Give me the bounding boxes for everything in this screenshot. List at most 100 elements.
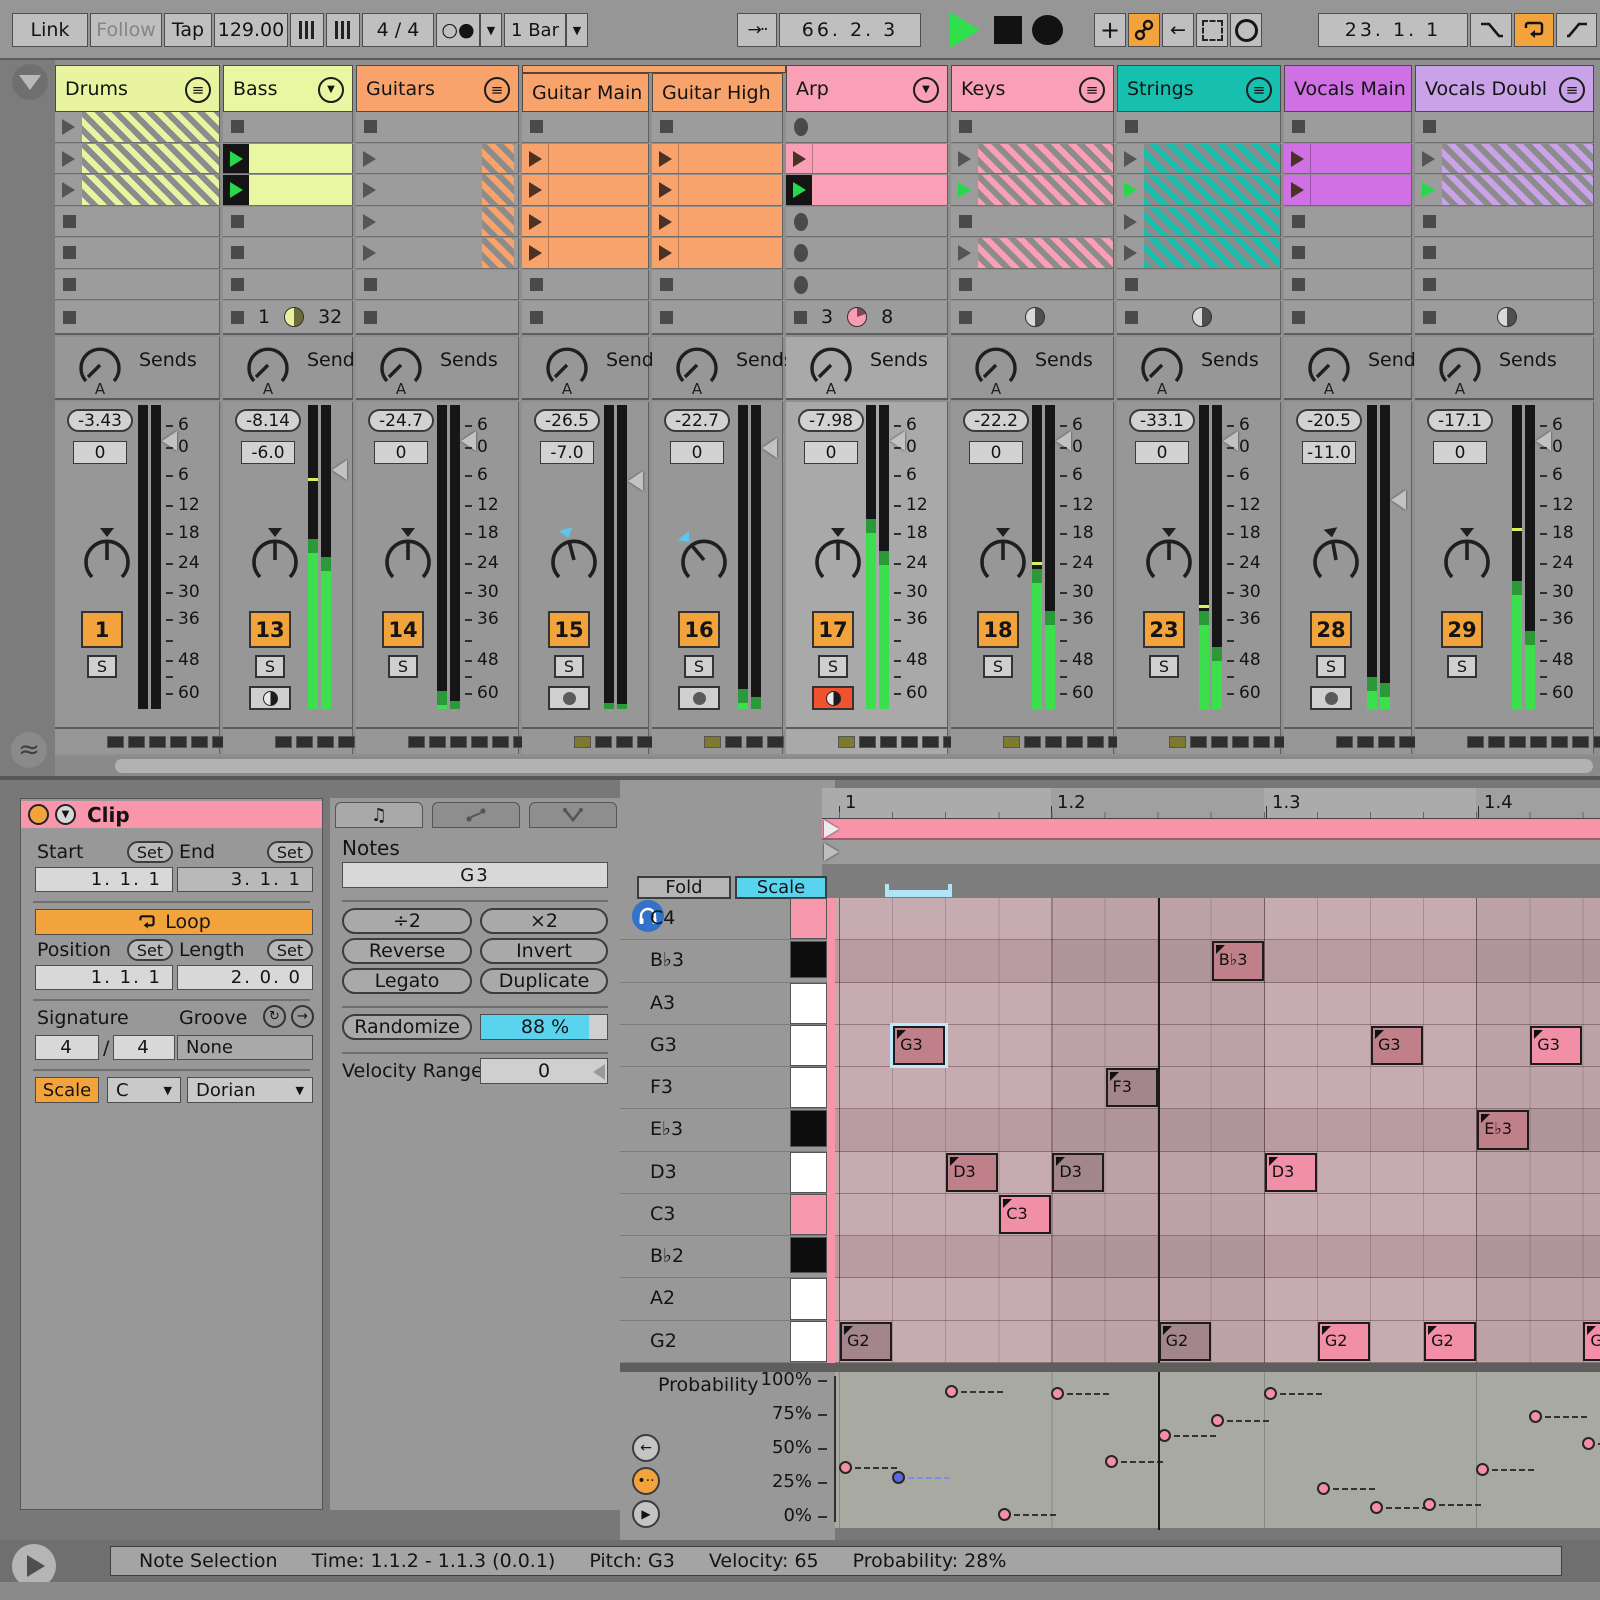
pan-knob-strings[interactable]: [1136, 520, 1202, 590]
tempo-field[interactable]: 129.00: [214, 13, 288, 47]
clip-slot-vocals-main-6[interactable]: [1284, 270, 1412, 301]
track-menu-icon[interactable]: ≡: [1559, 77, 1585, 103]
clip-slot-vocals-main-2[interactable]: [1284, 144, 1412, 175]
groove-commit-button[interactable]: →: [291, 1005, 314, 1028]
velocity-range-field[interactable]: 0: [480, 1058, 608, 1084]
solo-button-guitar-main[interactable]: S: [554, 655, 584, 678]
clip-loop-button[interactable]: Loop: [35, 909, 313, 935]
clip-slot-keys-3[interactable]: [951, 175, 1114, 206]
pan-field-arp[interactable]: 0: [804, 441, 858, 464]
midi-note-g3-1[interactable]: G3: [893, 1026, 945, 1065]
track-header-drums[interactable]: Drums≡: [55, 65, 220, 112]
invert-button[interactable]: Invert: [480, 938, 608, 964]
midi-note-d3-2[interactable]: D3: [946, 1153, 998, 1192]
solo-button-drums[interactable]: S: [87, 655, 117, 678]
track-header-vocals-main[interactable]: Vocals Main: [1284, 65, 1412, 112]
clip-slot-guitars-4[interactable]: [356, 207, 519, 238]
volume-fader-guitar-high[interactable]: [762, 438, 777, 458]
pan-field-guitar-high[interactable]: 0: [670, 441, 724, 464]
solo-button-bass[interactable]: S: [255, 655, 285, 678]
device-overview-keys[interactable]: [951, 727, 1114, 754]
legato-button[interactable]: Legato: [342, 968, 472, 994]
clip-slot-guitar-main-4[interactable]: [522, 207, 649, 238]
clip-slot-vocals-doubl-2[interactable]: [1415, 144, 1594, 175]
pan-field-vocals-doubl[interactable]: 0: [1433, 441, 1487, 464]
volume-field-keys[interactable]: -22.2: [963, 409, 1029, 432]
track-stop-all-button[interactable]: [794, 311, 807, 324]
track-menu-icon[interactable]: ≡: [185, 77, 211, 103]
arm-button-bass[interactable]: [249, 686, 291, 710]
track-header-guitar-main[interactable]: Guitar Main: [522, 73, 649, 112]
clip-slot-guitar-high-5[interactable]: [652, 238, 783, 269]
send-a-knob[interactable]: A: [1135, 340, 1189, 396]
volume-fader-bass[interactable]: [332, 460, 347, 480]
nudge-up-button[interactable]: [326, 13, 360, 47]
pan-field-strings[interactable]: 0: [1135, 441, 1189, 464]
clip-sig-numerator-field[interactable]: 4: [35, 1035, 99, 1060]
new-midi-track-button[interactable]: +: [1094, 13, 1126, 47]
note-grid[interactable]: G2G3D3C3D3F3G2B♭3D3G2G3G2E♭3G3G2: [835, 898, 1600, 1363]
clip-slot-strings-5[interactable]: [1117, 238, 1281, 269]
probability-point-e-3-12[interactable]: [1476, 1463, 1489, 1476]
clip-slot-bass-2[interactable]: [223, 144, 353, 175]
clip-slot-guitar-main-3[interactable]: [522, 175, 649, 206]
capture-midi-button[interactable]: [1196, 13, 1228, 47]
clip-slot-vocals-main-4[interactable]: [1284, 207, 1412, 238]
clip-slot-guitar-high-3[interactable]: [652, 175, 783, 206]
track-header-guitars[interactable]: Guitars≡: [356, 65, 519, 112]
arm-button-guitar-main[interactable]: [548, 686, 590, 710]
clip-slot-guitar-high-6[interactable]: [652, 270, 783, 301]
clip-slot-guitar-high-4[interactable]: [652, 207, 783, 238]
track-menu-icon[interactable]: ≡: [1079, 77, 1105, 103]
tab-notes[interactable]: ♫: [335, 802, 423, 828]
clip-slot-strings-3[interactable]: [1117, 175, 1281, 206]
piano-key-g3[interactable]: [790, 1025, 827, 1066]
clip-slot-bass-5[interactable]: [223, 238, 353, 269]
clip-slot-drums-4[interactable]: [55, 207, 220, 238]
clip-slot-guitar-main-5[interactable]: [522, 238, 649, 269]
solo-button-vocals-doubl[interactable]: S: [1447, 655, 1477, 678]
send-a-knob[interactable]: A: [374, 340, 428, 396]
nudge-down-button[interactable]: [290, 13, 324, 47]
quantize-menu[interactable]: 1 Bar: [504, 13, 566, 47]
pan-knob-drums[interactable]: [74, 520, 140, 590]
track-header-keys[interactable]: Keys≡: [951, 65, 1114, 112]
scale-root-dropdown[interactable]: C▼: [107, 1077, 181, 1103]
track-header-strings[interactable]: Strings≡: [1117, 65, 1281, 112]
clip-length-set-button[interactable]: Set: [267, 939, 313, 961]
clip-slot-drums-3[interactable]: [55, 175, 220, 206]
piano-key-f3[interactable]: [790, 1067, 827, 1108]
track-stop-all-button[interactable]: [231, 311, 244, 324]
pan-knob-guitars[interactable]: [375, 520, 441, 590]
piano-key-e-3[interactable]: [790, 1110, 827, 1146]
track-activator-arp[interactable]: 17: [812, 611, 854, 648]
volume-fader-vocals-main[interactable]: [1391, 490, 1406, 510]
track-activator-drums[interactable]: 1: [81, 611, 123, 648]
clip-slot-vocals-doubl-6[interactable]: [1415, 270, 1594, 301]
track-activator-guitar-high[interactable]: 16: [678, 611, 720, 648]
scale-name-dropdown[interactable]: Dorian▼: [187, 1077, 313, 1103]
midi-note-c3-3[interactable]: C3: [999, 1195, 1051, 1234]
track-stop-all-button[interactable]: [530, 311, 543, 324]
clip-slot-vocals-doubl-1[interactable]: [1415, 112, 1594, 143]
pan-knob-bass[interactable]: [242, 520, 308, 590]
track-header-arp[interactable]: Arp▼: [786, 65, 948, 112]
piano-key-c4[interactable]: [790, 898, 827, 939]
clip-slot-keys-6[interactable]: [951, 270, 1114, 301]
clip-collapse-button[interactable]: ▼: [55, 804, 76, 825]
clip-slot-keys-4[interactable]: [951, 207, 1114, 238]
fold-button[interactable]: Fold: [637, 876, 731, 899]
device-overview-bass[interactable]: [223, 727, 353, 754]
probability-point-g3-13[interactable]: [1529, 1410, 1542, 1423]
clip-start-marker[interactable]: [824, 843, 839, 861]
volume-field-guitar-main[interactable]: -26.5: [534, 409, 600, 432]
clip-slot-strings-4[interactable]: [1117, 207, 1281, 238]
clip-position-field[interactable]: 1. 1. 1: [35, 965, 173, 990]
reverse-button[interactable]: Reverse: [342, 938, 472, 964]
duplicate-button[interactable]: Duplicate: [480, 968, 608, 994]
midi-note-g3-10[interactable]: G3: [1371, 1026, 1423, 1065]
volume-field-guitar-high[interactable]: -22.7: [664, 409, 730, 432]
clip-slot-arp-4[interactable]: [786, 207, 948, 238]
piano-key-a2[interactable]: [790, 1278, 827, 1319]
clip-slot-guitar-high-1[interactable]: [652, 112, 783, 143]
